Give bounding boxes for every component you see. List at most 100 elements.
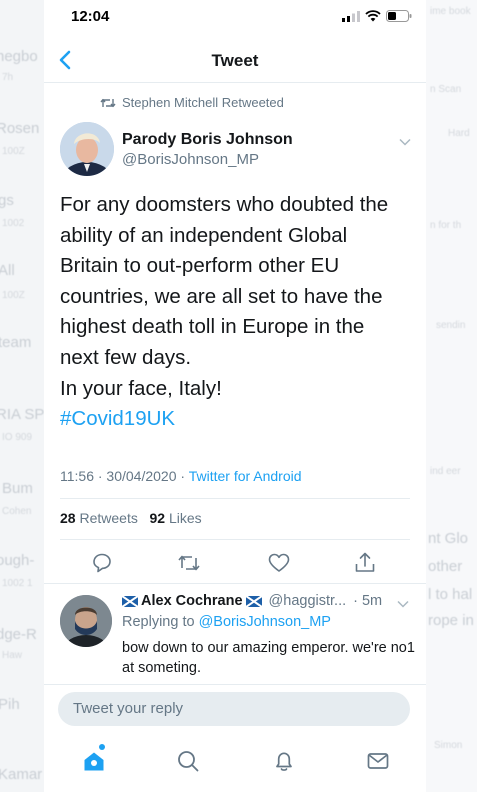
reply-input[interactable]: Tweet your reply bbox=[58, 692, 410, 726]
chevron-down-icon bbox=[399, 138, 411, 146]
reply-author-handle: @haggistr... bbox=[268, 593, 347, 609]
tweet-text-line: For any doomsters who doubted the bbox=[60, 193, 389, 216]
tweet-text-line: Britain to out-perform other EU bbox=[60, 254, 340, 278]
background-text: team bbox=[0, 334, 32, 351]
background-subtext: 7h bbox=[2, 72, 14, 83]
nav-header: Tweet bbox=[44, 40, 426, 83]
reply-author-photo bbox=[60, 595, 112, 647]
background-text: All bbox=[0, 262, 15, 279]
reply-button[interactable] bbox=[89, 550, 115, 576]
background-subtext: IO 909 bbox=[2, 432, 33, 443]
home-notification-dot bbox=[99, 744, 105, 750]
tweet-options-button[interactable] bbox=[398, 134, 412, 152]
tab-notifications[interactable] bbox=[270, 747, 298, 775]
bottom-tab-bar bbox=[44, 734, 426, 792]
status-icons bbox=[342, 10, 412, 22]
page-title: Tweet bbox=[211, 51, 259, 70]
retweets-label: Retweets bbox=[79, 510, 138, 526]
background-subtext: ime book bbox=[430, 6, 471, 17]
replying-to-prefix: Replying to bbox=[122, 614, 199, 630]
retweet-context-label: Stephen Mitchell Retweeted bbox=[122, 95, 284, 110]
retweet-icon bbox=[100, 98, 116, 107]
tweet-text-line: highest death toll in Europe in the bbox=[60, 315, 365, 339]
author-avatar[interactable] bbox=[60, 122, 114, 176]
status-bar: 12:04 bbox=[44, 0, 426, 34]
background-text: gs bbox=[0, 192, 14, 209]
retweet-icon bbox=[178, 555, 200, 571]
background-subtext: 1002 bbox=[2, 218, 25, 229]
background-text: Kamar bbox=[0, 766, 43, 783]
tweet-text-line: next few days. bbox=[60, 345, 192, 369]
tweet-timestamp: 11:56 · 30/04/2020 · bbox=[60, 468, 189, 484]
signal-icon bbox=[342, 10, 360, 22]
reply-author-avatar[interactable] bbox=[60, 595, 112, 647]
hashtag-link[interactable]: #Covid19UK bbox=[60, 404, 420, 435]
tweet-text-line: ability of an independent Global bbox=[60, 223, 348, 247]
background-subtext: ind eer bbox=[430, 466, 461, 477]
likes-label: Likes bbox=[168, 510, 202, 526]
likes-count: 92 bbox=[149, 510, 166, 526]
reply-header: Alex Cochrane @haggistr... · 5m bbox=[122, 593, 382, 609]
background-subtext: n Scan bbox=[430, 84, 462, 95]
background-text: rope in bbox=[428, 612, 474, 629]
background-text: Rosen bbox=[0, 120, 40, 137]
author-name[interactable]: Parody Boris Johnson bbox=[122, 131, 293, 149]
tweet-source-link[interactable]: Twitter for Android bbox=[189, 468, 302, 484]
tab-home[interactable] bbox=[80, 747, 108, 775]
reply-input-placeholder: Tweet your reply bbox=[73, 700, 184, 717]
tweet-text-line: In your face, Italy! bbox=[60, 376, 222, 400]
chevron-down-icon bbox=[397, 600, 409, 608]
divider bbox=[60, 498, 410, 499]
background-subtext: n for th bbox=[430, 220, 462, 231]
background-panel-right bbox=[426, 0, 477, 792]
tweet-actions bbox=[44, 546, 426, 578]
background-text: Bum bbox=[2, 480, 33, 497]
battery-icon bbox=[386, 10, 412, 22]
retweet-button[interactable] bbox=[176, 550, 202, 576]
wifi-icon bbox=[365, 10, 381, 22]
reply-text: bow down to our amazing emperor. we're n… bbox=[122, 640, 415, 676]
author-handle: @BorisJohnson_MP bbox=[122, 151, 259, 168]
background-subtext: 100Z bbox=[2, 146, 25, 157]
retweets-count: 28 bbox=[60, 510, 76, 526]
background-subtext: 100Z bbox=[2, 290, 25, 301]
background-panel-left bbox=[0, 0, 44, 792]
background-text: dge-R bbox=[0, 626, 37, 643]
reply-age: · 5m bbox=[353, 593, 383, 609]
search-icon bbox=[178, 751, 199, 772]
reply-composer-bar: Tweet your reply bbox=[44, 684, 426, 735]
background-subtext: Haw bbox=[2, 650, 23, 661]
likes-stat[interactable]: 92 Likes bbox=[150, 510, 202, 526]
heart-icon bbox=[268, 553, 290, 572]
background-subtext: Hard bbox=[448, 128, 470, 139]
background-subtext: Cohen bbox=[2, 506, 32, 517]
reply-author-name[interactable]: Alex Cochrane bbox=[141, 593, 243, 609]
replying-to: Replying to @BorisJohnson_MP bbox=[122, 614, 331, 630]
background-subtext: Simon bbox=[434, 740, 463, 751]
tab-search[interactable] bbox=[174, 747, 202, 775]
tweet-text-line: countries, we are all set to have the bbox=[60, 284, 383, 308]
background-text: RIA SP bbox=[0, 406, 45, 423]
reply-options-button[interactable] bbox=[396, 596, 410, 614]
divider bbox=[44, 583, 426, 584]
background-text: ough- bbox=[0, 552, 35, 569]
background-text: l to hal bbox=[428, 586, 473, 603]
retweet-context[interactable]: Stephen Mitchell Retweeted bbox=[100, 95, 284, 110]
tweet-stats: 28 Retweets 92 Likes bbox=[60, 510, 202, 526]
status-time: 12:04 bbox=[71, 8, 110, 25]
tab-messages[interactable] bbox=[364, 747, 392, 775]
replying-to-mention[interactable]: @BorisJohnson_MP bbox=[199, 614, 331, 630]
reply-icon bbox=[93, 553, 111, 573]
home-icon bbox=[84, 752, 104, 771]
retweets-stat[interactable]: 28 Retweets bbox=[60, 510, 138, 526]
scotland-flag-icon bbox=[245, 595, 262, 607]
share-icon bbox=[355, 552, 375, 572]
background-text: nt Glo bbox=[428, 530, 469, 547]
mail-icon bbox=[367, 753, 389, 769]
author-photo bbox=[60, 122, 114, 176]
share-button[interactable] bbox=[352, 550, 378, 576]
background-text: negbo bbox=[0, 48, 38, 65]
like-button[interactable] bbox=[266, 550, 292, 576]
divider bbox=[60, 539, 410, 540]
tweet-meta: 11:56 · 30/04/2020 · Twitter for Android bbox=[60, 468, 302, 484]
